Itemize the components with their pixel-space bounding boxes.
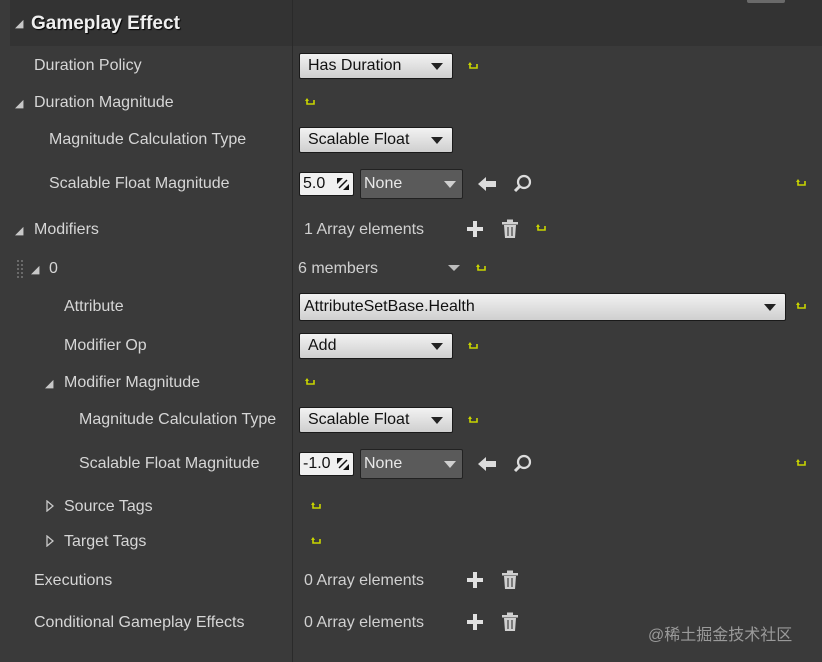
dm-curve-value: None xyxy=(364,175,403,192)
use-selected-arrow-icon[interactable] xyxy=(477,175,497,193)
add-element-icon[interactable] xyxy=(466,220,484,238)
conditional-effects-label: Conditional Gameplay Effects xyxy=(34,614,245,631)
modifier-0-label: 0 xyxy=(49,260,58,277)
trash-icon[interactable] xyxy=(501,570,519,590)
modifier-0-members: 6 members xyxy=(298,260,379,277)
section-title: Gameplay Effect xyxy=(31,13,180,34)
mm-calc-type-combo[interactable]: Scalable Float xyxy=(299,407,453,433)
duration-policy-label: Duration Policy xyxy=(34,57,142,74)
attribute-combo[interactable]: AttributeSetBase.Health xyxy=(299,293,786,321)
mm-calc-type-value: Scalable Float xyxy=(308,411,410,428)
reset-to-default-icon[interactable] xyxy=(310,501,322,513)
reset-to-default-icon[interactable] xyxy=(795,301,807,313)
use-selected-arrow-icon[interactable] xyxy=(477,455,497,473)
reset-to-default-icon[interactable] xyxy=(467,61,479,73)
collapsed-arrow-icon[interactable] xyxy=(46,500,54,512)
reset-to-default-icon[interactable] xyxy=(535,223,547,235)
dm-scalable-number-value: 5.0 xyxy=(303,175,326,192)
chevron-down-icon[interactable] xyxy=(447,264,461,272)
duration-magnitude-label: Duration Magnitude xyxy=(34,94,174,111)
collapsed-arrow-icon[interactable] xyxy=(46,535,54,547)
dm-curve-combo[interactable]: None xyxy=(360,169,463,199)
browse-search-icon[interactable] xyxy=(513,454,533,474)
chevron-down-icon xyxy=(444,181,456,188)
collapse-arrow-icon[interactable]: ◢ xyxy=(15,17,23,30)
attribute-value: AttributeSetBase.Health xyxy=(304,298,475,315)
expand-arrow-icon[interactable]: ◢ xyxy=(15,224,23,237)
mm-curve-combo[interactable]: None xyxy=(360,449,463,479)
dm-calc-type-label: Magnitude Calculation Type xyxy=(49,131,247,148)
dm-scalable-label: Scalable Float Magnitude xyxy=(49,175,230,192)
expand-arrow-icon[interactable]: ◢ xyxy=(15,97,23,110)
watermark: @稀土掘金技术社区 xyxy=(648,627,793,644)
source-tags-label: Source Tags xyxy=(64,498,153,515)
reset-to-default-icon[interactable] xyxy=(304,97,316,109)
modifiers-label: Modifiers xyxy=(34,221,99,238)
top-button[interactable] xyxy=(747,0,785,3)
chevron-down-icon xyxy=(431,63,443,70)
dm-calc-type-value: Scalable Float xyxy=(308,131,410,148)
duration-policy-value: Has Duration xyxy=(308,57,402,74)
executions-label: Executions xyxy=(34,572,113,589)
modifiers-count: 1 Array elements xyxy=(304,221,425,238)
modifier-op-combo[interactable]: Add xyxy=(299,333,453,359)
chevron-down-icon xyxy=(431,417,443,424)
reset-to-default-icon[interactable] xyxy=(304,377,316,389)
reset-to-default-icon[interactable] xyxy=(467,415,479,427)
add-element-icon[interactable] xyxy=(466,571,484,589)
add-element-icon[interactable] xyxy=(466,613,484,631)
modifier-op-value: Add xyxy=(308,337,337,354)
conditional-effects-count: 0 Array elements xyxy=(304,614,425,631)
reset-to-default-icon[interactable] xyxy=(795,458,807,470)
mm-scalable-number[interactable]: -1.0 xyxy=(299,452,354,476)
modifier-magnitude-label: Modifier Magnitude xyxy=(64,374,201,391)
chevron-down-icon xyxy=(431,137,443,144)
dm-scalable-number[interactable]: 5.0 xyxy=(299,172,354,196)
reset-to-default-icon[interactable] xyxy=(310,536,322,548)
chevron-down-icon xyxy=(444,461,456,468)
drag-arrows-icon[interactable] xyxy=(336,177,350,191)
attribute-label: Attribute xyxy=(64,298,124,315)
expand-arrow-icon[interactable]: ◢ xyxy=(31,263,39,276)
drag-arrows-icon[interactable] xyxy=(336,457,350,471)
drag-handle-icon[interactable] xyxy=(16,259,24,279)
browse-search-icon[interactable] xyxy=(513,174,533,194)
expand-arrow-icon[interactable]: ◢ xyxy=(45,377,53,390)
dm-calc-type-combo[interactable]: Scalable Float xyxy=(299,127,453,153)
modifier-op-label: Modifier Op xyxy=(64,337,147,354)
mm-scalable-number-value: -1.0 xyxy=(303,455,331,472)
trash-icon[interactable] xyxy=(501,219,519,239)
mm-calc-type-label: Magnitude Calculation Type xyxy=(79,411,277,428)
chevron-down-icon xyxy=(431,343,443,350)
mm-scalable-label: Scalable Float Magnitude xyxy=(79,455,260,472)
reset-to-default-icon[interactable] xyxy=(467,341,479,353)
trash-icon[interactable] xyxy=(501,612,519,632)
executions-count: 0 Array elements xyxy=(304,572,425,589)
reset-to-default-icon[interactable] xyxy=(795,178,807,190)
mm-curve-value: None xyxy=(364,455,403,472)
target-tags-label: Target Tags xyxy=(64,533,147,550)
duration-policy-combo[interactable]: Has Duration xyxy=(299,53,453,79)
reset-to-default-icon[interactable] xyxy=(475,263,487,275)
chevron-down-icon xyxy=(764,304,776,311)
column-divider[interactable] xyxy=(292,0,293,662)
